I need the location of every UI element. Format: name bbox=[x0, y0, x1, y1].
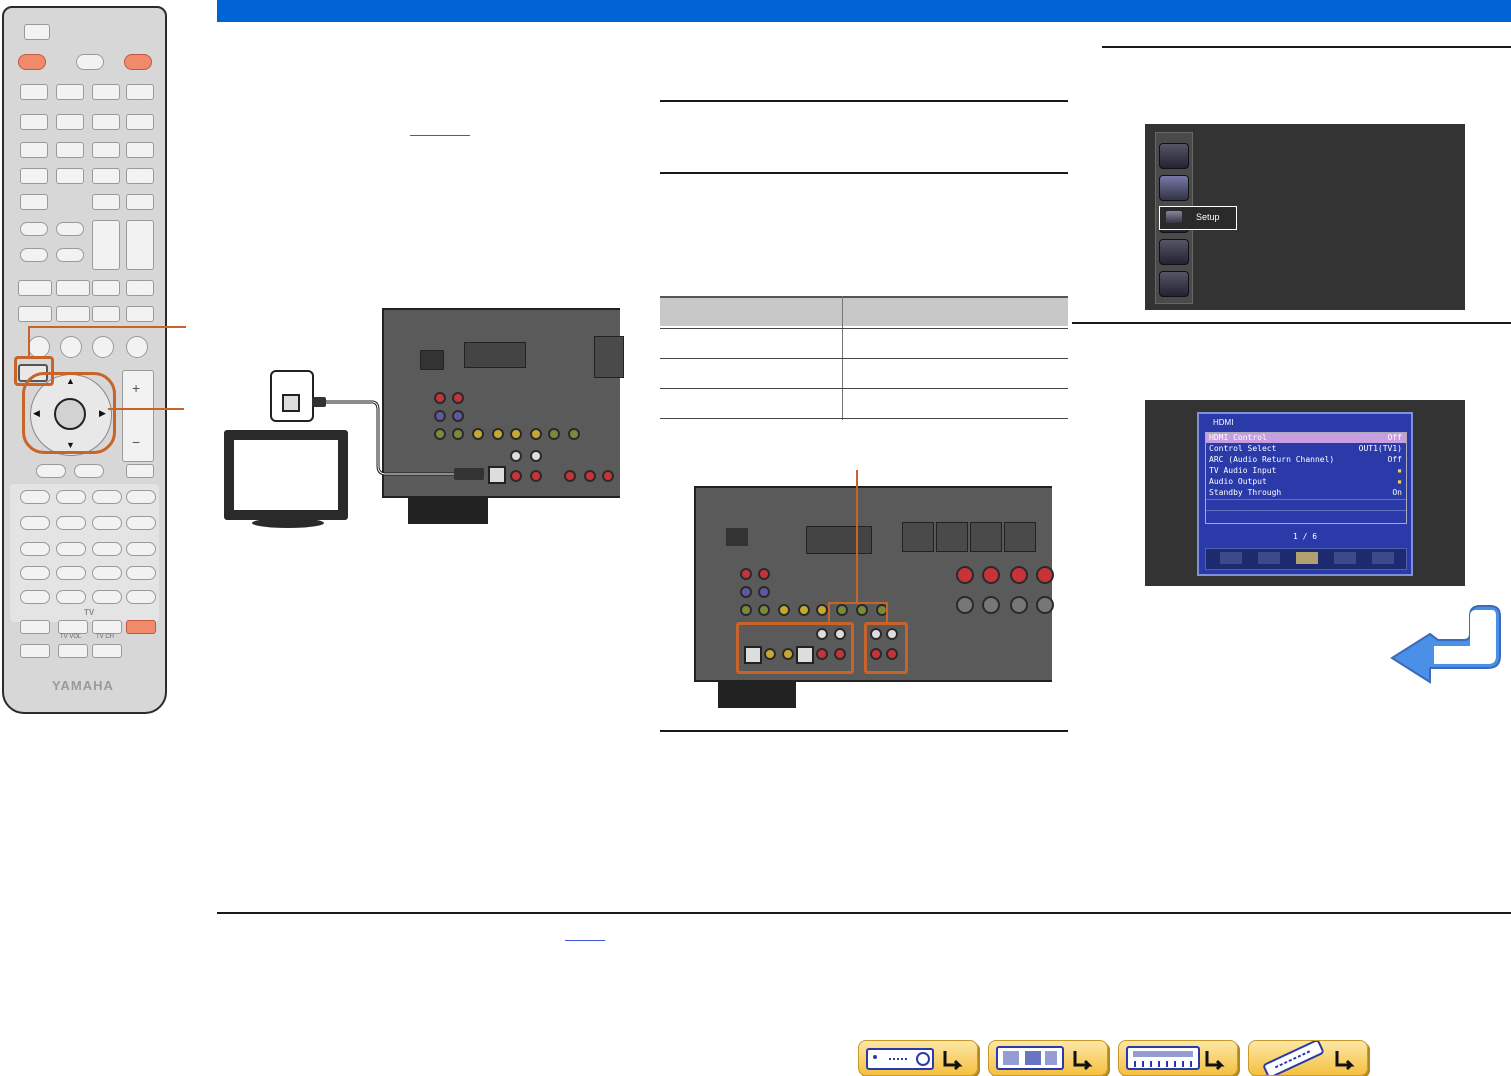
hdmi-menu-icon-bar bbox=[1205, 548, 1407, 570]
hdmi-menu-screen: HDMI HDMI Control Off Control Select OUT… bbox=[1145, 400, 1465, 586]
receiver-rear-icon bbox=[996, 1046, 1093, 1071]
receiver-2-speaker-7 bbox=[1010, 596, 1028, 614]
receiver-2-speaker-8 bbox=[1036, 596, 1054, 614]
hdmi-row-control-select[interactable]: Control Select OUT1(TV1) bbox=[1206, 444, 1406, 454]
receiver-2-speaker-5 bbox=[956, 596, 974, 614]
center-audio-r-1 bbox=[816, 648, 828, 660]
receiver-2-speaker-6 bbox=[982, 596, 1000, 614]
center-audio-l-4 bbox=[886, 628, 898, 640]
hdmi-row-tv-audio-input[interactable]: TV Audio Input ▪ bbox=[1206, 466, 1406, 476]
bar-input-icon[interactable] bbox=[1220, 552, 1242, 564]
setup-menu-selected-label: Setup bbox=[1196, 212, 1220, 222]
receiver-2-slot-c bbox=[902, 522, 934, 552]
bar-info-icon[interactable] bbox=[1372, 552, 1394, 564]
audio-input-callout-line bbox=[856, 470, 858, 602]
nav-rear-panel-button[interactable] bbox=[988, 1040, 1108, 1076]
receiver-2-jack-9 bbox=[816, 604, 828, 616]
setup-menu-selected-item[interactable]: Setup bbox=[1159, 206, 1237, 230]
receiver-2-jack-5 bbox=[740, 604, 752, 616]
nav-remote-button[interactable] bbox=[1248, 1040, 1368, 1076]
settings-table-row-4 bbox=[660, 418, 1068, 419]
bar-setup-icon[interactable] bbox=[1296, 552, 1318, 564]
receiver-2-slot-f bbox=[1004, 522, 1036, 552]
settings-table-row-1 bbox=[660, 328, 1068, 329]
column2-rule-3 bbox=[660, 730, 1068, 732]
column3-rule-1 bbox=[1102, 46, 1511, 48]
cable-plug-tv bbox=[312, 397, 326, 407]
setup-wrench-icon bbox=[1166, 211, 1182, 223]
center-audio-r-3 bbox=[870, 648, 882, 660]
menu-info-icon[interactable] bbox=[1159, 271, 1189, 297]
hdmi-menu-window: HDMI HDMI Control Off Control Select OUT… bbox=[1197, 412, 1413, 576]
setup-menu-screen: Setup bbox=[1145, 124, 1465, 310]
receiver-2-jack-3 bbox=[740, 586, 752, 598]
center-audio-l-1 bbox=[816, 628, 828, 640]
receiver-2-slot-e bbox=[970, 522, 1002, 552]
center-coax-1 bbox=[764, 648, 776, 660]
receiver-2-speaker-2 bbox=[982, 566, 1000, 584]
settings-table-row-3 bbox=[660, 388, 1068, 389]
menu-input-icon[interactable] bbox=[1159, 143, 1189, 169]
settings-table bbox=[660, 296, 1068, 420]
footer-rule bbox=[217, 912, 1511, 914]
center-optical-port-2 bbox=[796, 646, 814, 664]
hdmi-menu-page-indicator: 1 / 6 bbox=[1292, 532, 1318, 541]
receiver-2-slot-b bbox=[806, 526, 872, 554]
center-optical-port-1 bbox=[744, 646, 762, 664]
column2-rule-1 bbox=[660, 100, 1068, 102]
menu-option-icon[interactable] bbox=[1159, 239, 1189, 265]
settings-table-row-2 bbox=[660, 358, 1068, 359]
hdmi-menu-title: HDMI bbox=[1213, 418, 1234, 427]
hdmi-row-empty-1 bbox=[1206, 499, 1406, 510]
center-audio-l-3 bbox=[870, 628, 882, 640]
receiver-2-slot-a bbox=[726, 528, 748, 546]
receiver-2-jack-7 bbox=[778, 604, 790, 616]
center-audio-r-4 bbox=[886, 648, 898, 660]
hdmi-row-audio-output[interactable]: Audio Output ▪ bbox=[1206, 477, 1406, 487]
menu-scene-icon[interactable] bbox=[1159, 175, 1189, 201]
hdmi-row-standby-through[interactable]: Standby Through On bbox=[1206, 488, 1406, 498]
receiver-front-icon bbox=[866, 1048, 963, 1071]
receiver-2-speaker-1 bbox=[956, 566, 974, 584]
folder-icon: ▪ bbox=[1397, 477, 1402, 486]
receiver-2-jack-6 bbox=[758, 604, 770, 616]
folder-icon: ▪ bbox=[1397, 466, 1402, 475]
bar-scene-icon[interactable] bbox=[1258, 552, 1280, 564]
settings-table-header bbox=[660, 296, 1068, 326]
cable-plug-receiver bbox=[454, 468, 484, 480]
receiver-2-jack-4 bbox=[758, 586, 770, 598]
receiver-2-speaker-4 bbox=[1036, 566, 1054, 584]
return-arrow-icon[interactable] bbox=[1386, 598, 1504, 688]
hdmi-menu-list: HDMI Control Off Control Select OUT1(TV1… bbox=[1205, 432, 1407, 524]
nav-front-panel-button[interactable] bbox=[858, 1040, 978, 1076]
remote-control-icon bbox=[1263, 1041, 1355, 1075]
column2-rule-2 bbox=[660, 172, 1068, 174]
center-audio-r-2 bbox=[834, 648, 846, 660]
hdmi-row-arc[interactable]: ARC (Audio Return Channel) Off bbox=[1206, 455, 1406, 465]
receiver-2-slot-d bbox=[936, 522, 968, 552]
receiver-2-jack-8 bbox=[798, 604, 810, 616]
bar-option-icon[interactable] bbox=[1334, 552, 1356, 564]
center-coax-2 bbox=[782, 648, 794, 660]
receiver-2-foot bbox=[718, 682, 796, 708]
receiver-2-speaker-3 bbox=[1010, 566, 1028, 584]
center-audio-l-2 bbox=[834, 628, 846, 640]
receiver-2-jack-1 bbox=[740, 568, 752, 580]
rear-panel-icon bbox=[1126, 1046, 1225, 1071]
column3-rule-2 bbox=[1072, 322, 1511, 324]
page-link-2[interactable] bbox=[565, 940, 605, 941]
audio-input-callout-bracket bbox=[828, 602, 888, 624]
nav-display-button[interactable] bbox=[1118, 1040, 1238, 1076]
hdmi-row-empty-2 bbox=[1206, 510, 1406, 521]
receiver-2-jack-2 bbox=[758, 568, 770, 580]
hdmi-row-hdmi-control[interactable]: HDMI Control Off bbox=[1206, 433, 1406, 443]
